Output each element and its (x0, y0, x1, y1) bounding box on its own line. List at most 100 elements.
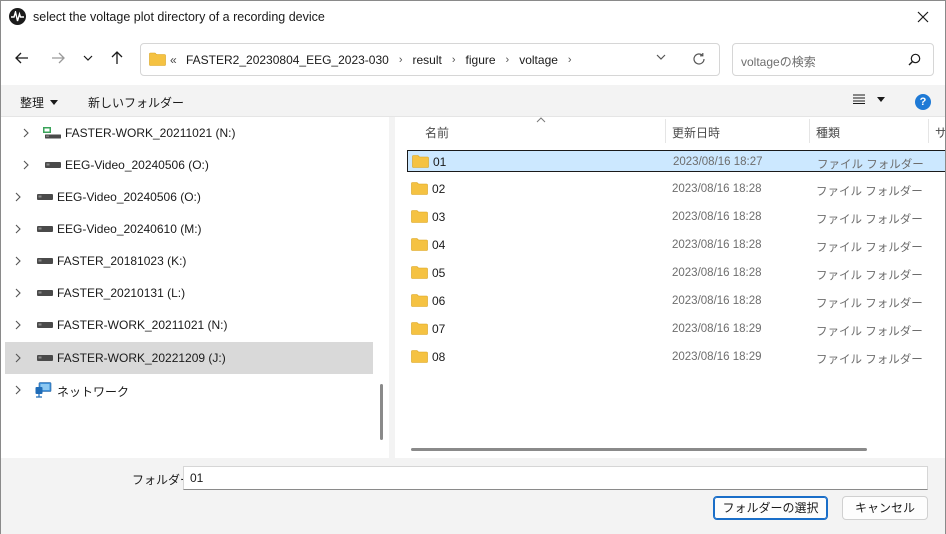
file-row[interactable]: 02 2023/08/16 18:28 ファイル フォルダー (407, 178, 945, 200)
new-folder-button[interactable]: 新しいフォルダー (88, 94, 184, 111)
arrow-right-icon (52, 52, 65, 64)
file-row[interactable]: 08 2023/08/16 18:29 ファイル フォルダー (407, 346, 945, 368)
file-date: 2023/08/16 18:28 (672, 211, 762, 223)
file-date: 2023/08/16 18:29 (672, 351, 762, 363)
breadcrumb-separator[interactable]: › (452, 54, 456, 66)
file-date: 2023/08/16 18:29 (672, 323, 762, 335)
back-button[interactable] (11, 47, 33, 69)
breadcrumb-item[interactable]: FASTER2_20230804_EEG_2023-030 (186, 53, 389, 67)
breadcrumb-item[interactable]: figure (466, 53, 496, 67)
column-divider[interactable] (665, 119, 666, 143)
file-name: 01 (433, 155, 447, 169)
folder-icon (411, 238, 428, 251)
drive-icon (37, 194, 53, 200)
tree-item-label: FASTER_20181023 (K:) (57, 254, 187, 268)
cancel-button[interactable]: キャンセル (842, 496, 928, 520)
column-header-type[interactable]: 種類 (816, 124, 840, 152)
address-bar[interactable]: « FASTER2_20230804_EEG_2023-030 › result… (140, 43, 720, 76)
file-row[interactable]: 03 2023/08/16 18:28 ファイル フォルダー (407, 206, 945, 228)
chevron-right-icon[interactable] (23, 160, 29, 170)
tree-item[interactable]: EEG-Video_20240506 (O:) (5, 149, 373, 181)
tree-item[interactable]: ネットワーク (5, 374, 373, 406)
caret-down-icon (50, 100, 59, 105)
file-name: 08 (432, 350, 446, 364)
view-options-button[interactable] (853, 94, 885, 104)
column-header-date[interactable]: 更新日時 (672, 124, 720, 152)
tree-item-selected[interactable]: FASTER-WORK_20221209 (J:) (5, 342, 373, 374)
chevron-right-icon[interactable] (15, 224, 21, 234)
tree-item[interactable]: EEG-Video_20240506 (O:) (5, 181, 373, 213)
column-divider[interactable] (928, 119, 929, 143)
arrow-left-icon (15, 52, 28, 64)
file-row[interactable]: 07 2023/08/16 18:29 ファイル フォルダー (407, 318, 945, 340)
column-header-name[interactable]: 名前 (425, 124, 449, 152)
tree-item-label: FASTER_20210131 (L:) (57, 286, 186, 300)
folder-icon (411, 182, 428, 195)
file-list-pane: 名前 更新日時 種類 サ 01 2023/08/16 18:27 ファイル フォ… (395, 117, 945, 458)
chevron-right-icon[interactable] (23, 128, 29, 138)
breadcrumb-separator[interactable]: › (568, 54, 572, 66)
chevron-right-icon[interactable] (15, 385, 21, 395)
breadcrumb-separator[interactable]: › (506, 54, 510, 66)
drive-icon (37, 258, 53, 264)
tree-item[interactable]: FASTER_20181023 (K:) (5, 245, 373, 277)
navigation-pane: FASTER-WORK_20211021 (N:) EEG-Video_2024… (1, 117, 389, 458)
drive-icon (37, 355, 53, 361)
tree-item[interactable]: EEG-Video_20240610 (M:) (5, 213, 373, 245)
tree-item[interactable]: FASTER-WORK_20211021 (N:) (5, 117, 373, 149)
help-button[interactable]: ? (915, 94, 931, 110)
file-type: ファイル フォルダー (816, 298, 923, 310)
chevron-down-icon (83, 55, 93, 61)
file-row[interactable]: 05 2023/08/16 18:28 ファイル フォルダー (407, 262, 945, 284)
up-button[interactable] (106, 47, 128, 69)
file-row[interactable]: 04 2023/08/16 18:28 ファイル フォルダー (407, 234, 945, 256)
breadcrumb-separator[interactable]: › (399, 54, 403, 66)
tree-item-label: EEG-Video_20240610 (M:) (57, 222, 202, 236)
file-row-selected[interactable]: 01 2023/08/16 18:27 ファイル フォルダー (407, 150, 945, 172)
close-button[interactable] (901, 1, 945, 33)
file-type: ファイル フォルダー (816, 186, 923, 198)
tree-item[interactable]: FASTER_20210131 (L:) (5, 277, 373, 309)
network-icon (35, 382, 52, 398)
chevron-right-icon[interactable] (15, 320, 21, 330)
tree-item[interactable]: FASTER-WORK_20211021 (N:) (5, 309, 373, 341)
dialog-footer: フォルダー: フォルダーの選択 キャンセル (1, 458, 945, 534)
file-type: ファイル フォルダー (816, 214, 923, 226)
horizontal-scrollbar[interactable] (411, 448, 867, 451)
breadcrumb-item[interactable]: result (413, 53, 442, 67)
column-divider[interactable] (809, 119, 810, 143)
file-name: 04 (432, 238, 446, 252)
search-icon[interactable] (908, 53, 921, 66)
folder-icon (149, 52, 166, 66)
folder-icon (411, 266, 428, 279)
file-row[interactable]: 06 2023/08/16 18:28 ファイル フォルダー (407, 290, 945, 312)
chevron-right-icon[interactable] (15, 288, 21, 298)
folder-name-input[interactable] (183, 466, 928, 490)
file-date: 2023/08/16 18:28 (672, 183, 762, 195)
refresh-icon[interactable] (692, 52, 706, 66)
chevron-right-icon[interactable] (15, 353, 21, 363)
organize-button[interactable]: 整理 (20, 94, 59, 111)
file-name: 07 (432, 322, 446, 336)
recent-locations-button[interactable] (77, 47, 99, 69)
search-input[interactable]: voltageの検索 (741, 53, 816, 70)
command-bar: 整理 新しいフォルダー ? (1, 85, 945, 117)
select-folder-button[interactable]: フォルダーの選択 (713, 496, 828, 520)
breadcrumb-item[interactable]: voltage (519, 53, 558, 67)
file-name: 05 (432, 266, 446, 280)
folder-icon (411, 210, 428, 223)
chevron-right-icon[interactable] (15, 256, 21, 266)
forward-button[interactable] (47, 47, 69, 69)
drive-icon (37, 290, 53, 296)
address-dropdown-icon[interactable] (656, 54, 666, 60)
drive-icon (45, 162, 61, 168)
file-type: ファイル フォルダー (816, 270, 923, 282)
window-title: select the voltage plot directory of a r… (33, 10, 325, 24)
folder-icon (411, 350, 428, 363)
navigation-scrollbar[interactable] (380, 384, 383, 440)
column-header-size[interactable]: サ (935, 124, 945, 152)
folder-icon (411, 294, 428, 307)
search-box[interactable]: voltageの検索 (732, 43, 934, 76)
address-overflow[interactable]: « (170, 53, 177, 67)
chevron-right-icon[interactable] (15, 192, 21, 202)
